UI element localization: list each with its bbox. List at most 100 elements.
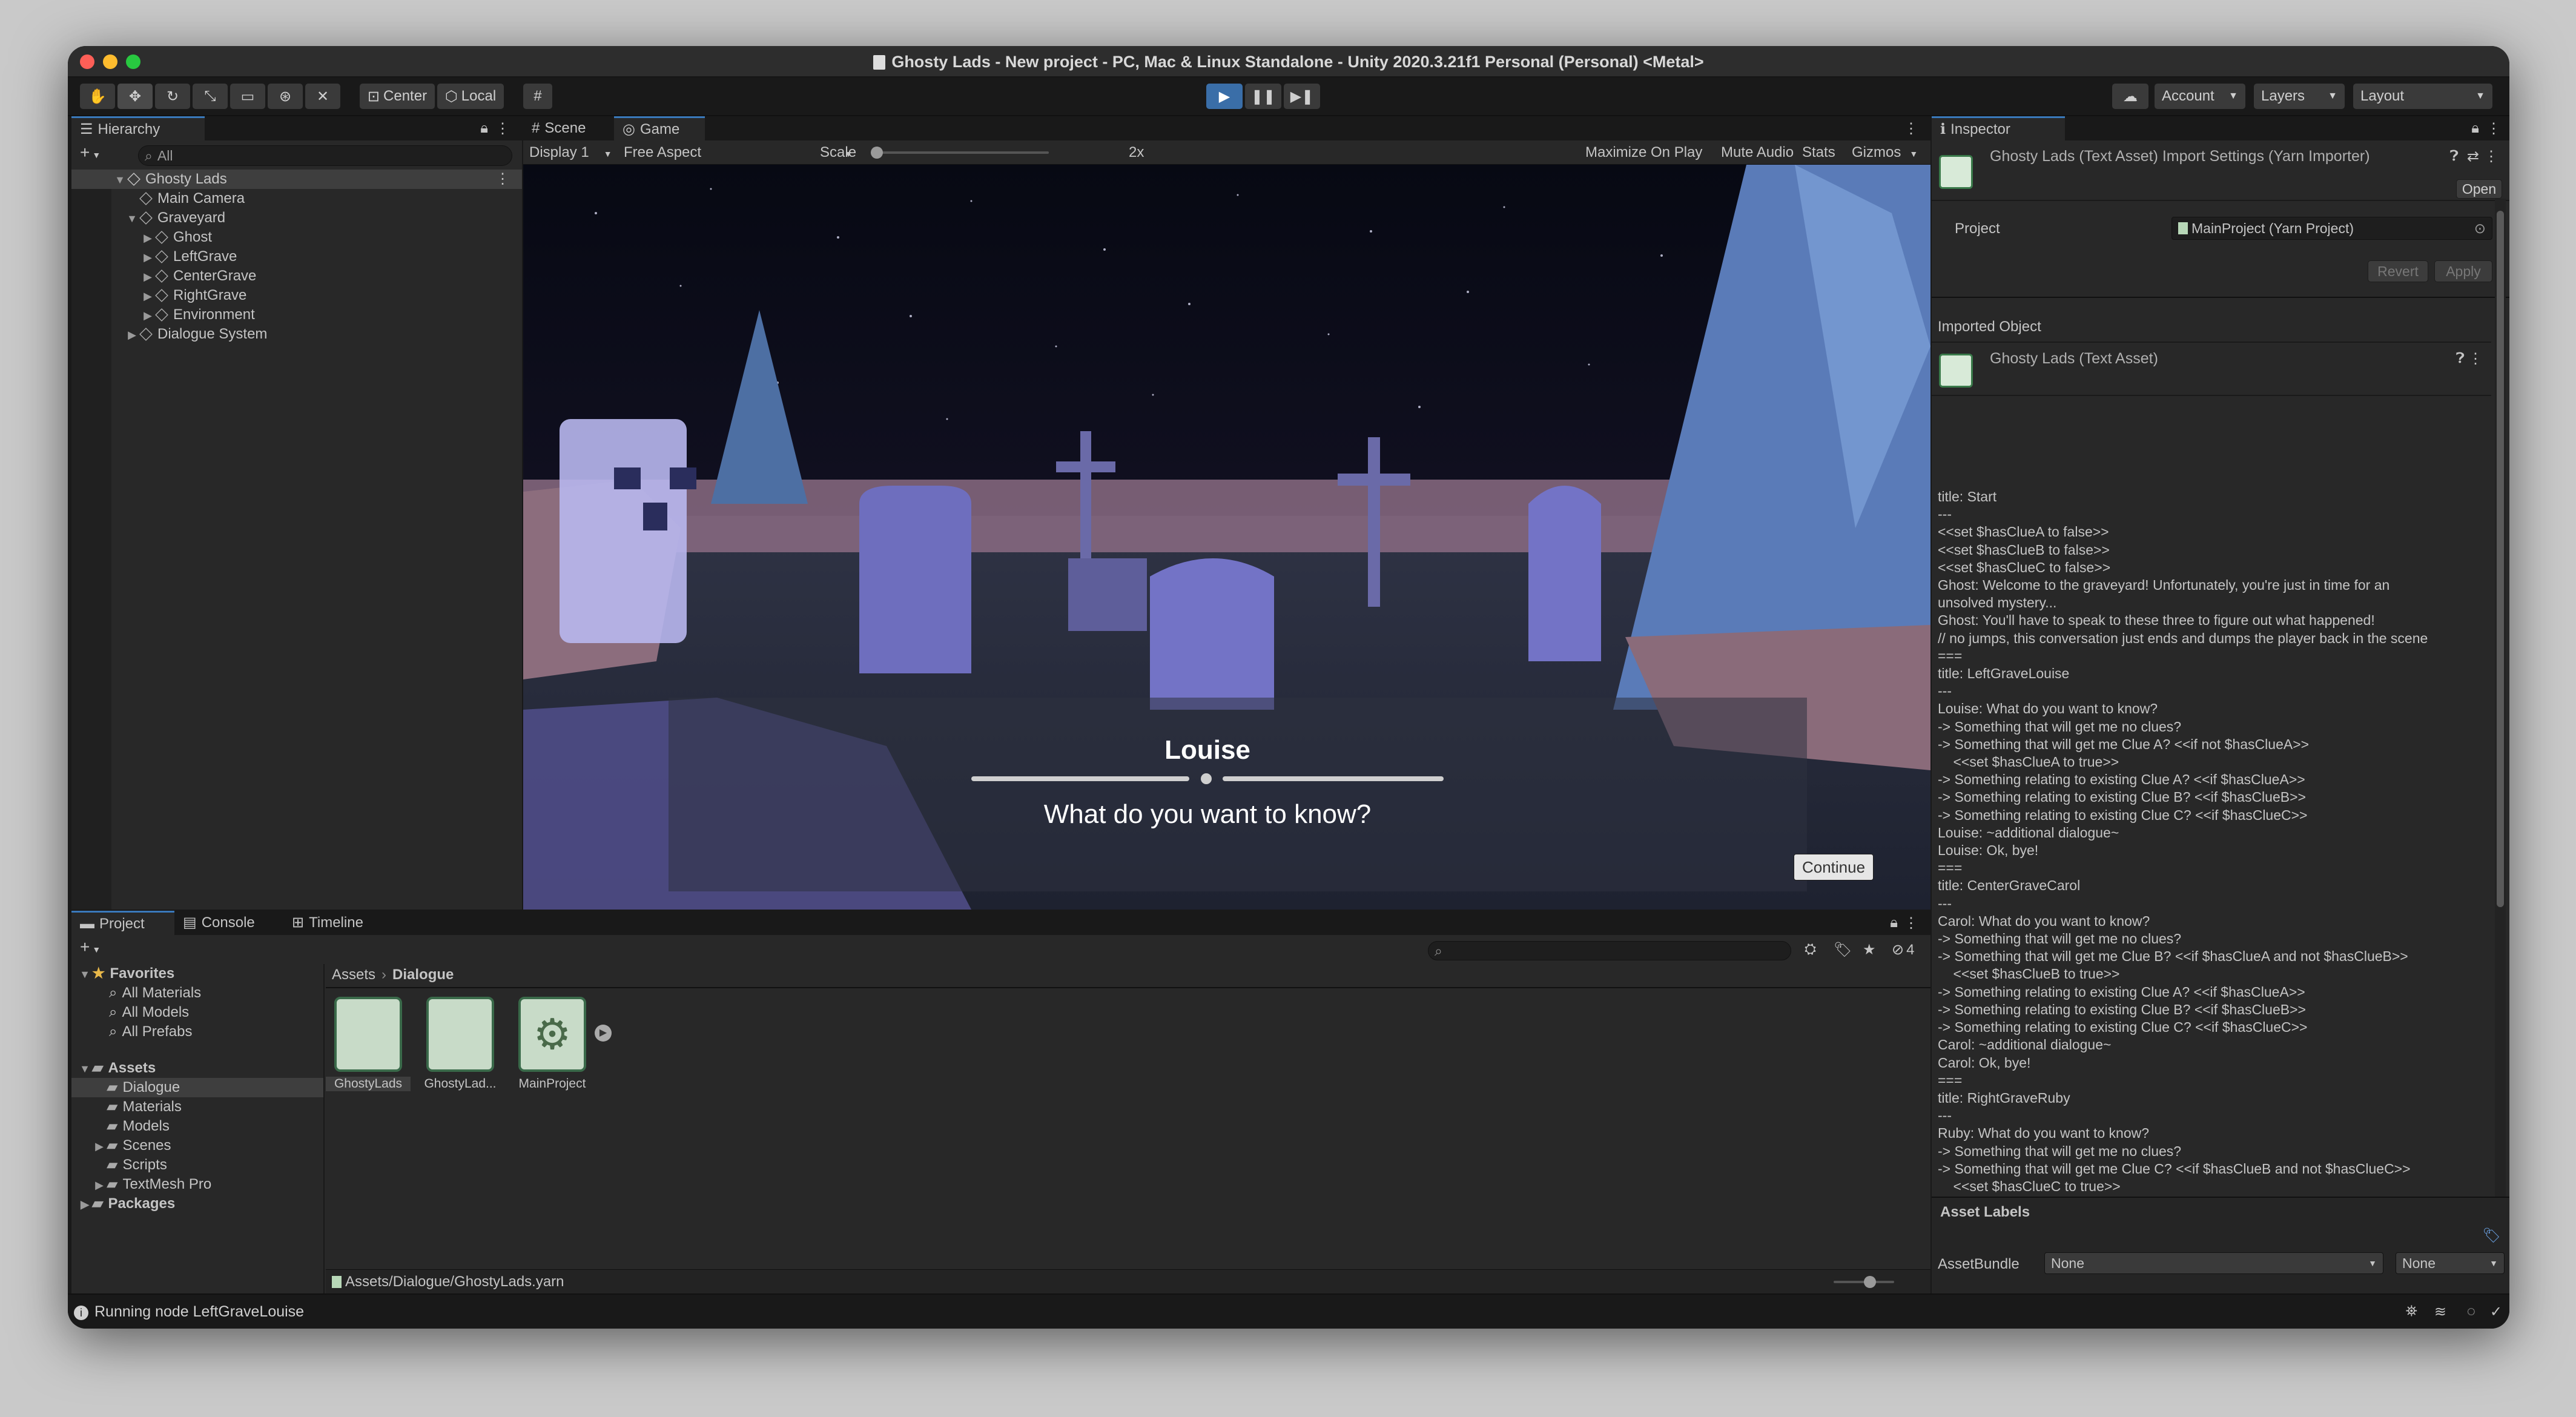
maximize-on-play-toggle[interactable]: Maximize On Play	[1585, 144, 1702, 161]
grid-snap-button[interactable]: #	[523, 84, 552, 109]
layout-dropdown[interactable]: Layout ▼	[2353, 84, 2492, 109]
create-button[interactable]: + ▼	[80, 143, 101, 162]
hierarchy-item-graveyard[interactable]: ▼ Graveyard	[71, 208, 522, 228]
hierarchy-item-leftgrave[interactable]: ▶ LeftGrave	[71, 247, 522, 266]
layers-dropdown[interactable]: Layers ▼	[2254, 84, 2345, 109]
help-icon[interactable]: ❓︎	[2456, 350, 2465, 367]
breadcrumb-dialogue[interactable]: Dialogue	[392, 966, 454, 983]
favorite-all-materials[interactable]: ⌕ All Materials	[71, 983, 323, 1003]
more-options-icon[interactable]: ⋮	[1904, 914, 1918, 932]
lock-icon[interactable]: 🔒︎	[480, 120, 488, 137]
tab-console[interactable]: ▤ Console	[174, 911, 283, 935]
lock-icon[interactable]: 🔒︎	[2471, 120, 2479, 137]
folder-textmesh-pro[interactable]: ▶ ▰ TextMesh Pro	[71, 1175, 323, 1194]
tab-timeline[interactable]: ⊞ Timeline	[283, 911, 398, 935]
asset-mainproject[interactable]: ⚙ MainProject	[510, 997, 595, 1091]
scale-label: Scale	[820, 144, 857, 160]
open-button[interactable]: Open	[2456, 179, 2502, 199]
hierarchy-scene-row[interactable]: ▼ Ghosty Lads ⋮	[71, 170, 522, 189]
folder-scenes[interactable]: ▶ ▰ Scenes	[71, 1136, 323, 1155]
object-picker-icon[interactable]: ⊙	[2474, 220, 2486, 237]
inspector-scrollbar[interactable]	[2495, 199, 2506, 1307]
packages-root-row[interactable]: ▶ ▰ Packages	[71, 1194, 323, 1214]
tab-game[interactable]: ◎ Game	[614, 116, 705, 140]
mute-audio-toggle[interactable]: Mute Audio	[1721, 144, 1794, 161]
rect-tool-button[interactable]: ▭	[230, 84, 265, 109]
hierarchy-item-dialogue-system[interactable]: ▶ Dialogue System	[71, 325, 522, 344]
folder-models[interactable]: ▰ Models	[71, 1117, 323, 1136]
assetbundle-variant-dropdown[interactable]: None ▼	[2396, 1252, 2505, 1274]
hierarchy-item-environment[interactable]: ▶ Environment	[71, 305, 522, 325]
more-options-icon[interactable]: ⋮	[2468, 350, 2483, 368]
hierarchy-item-rightgrave[interactable]: ▶ RightGrave	[71, 286, 522, 305]
cache-server-icon[interactable]: ≋	[2434, 1303, 2446, 1321]
tab-scene[interactable]: # Scene	[523, 116, 614, 140]
search-by-label-icon[interactable]: 🏷︎	[1834, 941, 1852, 959]
pause-button[interactable]: ❚❚	[1245, 84, 1281, 109]
progress-icon[interactable]: ◌	[2467, 1303, 2475, 1320]
rotate-tool-button[interactable]: ↻	[155, 84, 190, 109]
display-dropdown[interactable]: Display 1 ▼	[529, 144, 612, 161]
more-options-icon[interactable]: ⋮	[1904, 120, 1918, 137]
favorite-star-icon[interactable]: ★	[1863, 941, 1876, 959]
favorites-row[interactable]: ▼ ★ Favorites	[71, 964, 323, 983]
cloud-button[interactable]: ☁	[2112, 84, 2148, 109]
expand-arrow-icon[interactable]: ▶	[595, 1025, 612, 1042]
favorite-all-models[interactable]: ⌕ All Models	[71, 1003, 323, 1022]
more-options-icon[interactable]: ⋮	[2484, 148, 2498, 165]
create-asset-button[interactable]: + ▼	[80, 937, 101, 957]
project-field[interactable]: MainProject (Yarn Project) ⊙	[2171, 217, 2492, 240]
revert-button[interactable]: Revert	[2368, 260, 2428, 282]
tab-hierarchy[interactable]: ☰ Hierarchy	[71, 116, 205, 140]
account-dropdown[interactable]: Account ▼	[2155, 84, 2245, 109]
more-options-icon[interactable]: ⋮	[495, 170, 510, 189]
assetbundle-dropdown[interactable]: None ▼	[2044, 1252, 2383, 1274]
hierarchy-item-main-camera[interactable]: Main Camera	[71, 189, 522, 208]
search-by-type-icon[interactable]: ⛭	[1805, 941, 1816, 958]
gizmos-dropdown[interactable]: Gizmos ▼	[1852, 144, 1918, 161]
move-tool-button[interactable]: ✥	[117, 84, 153, 109]
scale-slider[interactable]	[871, 147, 1049, 159]
asset-ghostylads-project[interactable]: GhostyLad...	[418, 997, 503, 1091]
preset-icon[interactable]: ⇄	[2467, 148, 2479, 165]
auto-generate-lighting-icon[interactable]: ✓	[2490, 1303, 2502, 1321]
folder-scripts[interactable]: ▰ Scripts	[71, 1155, 323, 1175]
hierarchy-item-centergrave[interactable]: ▶ CenterGrave	[71, 266, 522, 286]
play-button[interactable]: ▶	[1206, 84, 1243, 109]
label-tag-icon[interactable]: 🏷︎	[2483, 1227, 2501, 1244]
stats-toggle[interactable]: Stats	[1802, 144, 1835, 161]
more-options-icon[interactable]: ⋮	[495, 120, 510, 137]
breadcrumb-assets[interactable]: Assets	[332, 966, 375, 983]
scale-tool-button[interactable]: ⤡	[193, 84, 228, 109]
hidden-packages-toggle[interactable]: ⊘ 4	[1892, 941, 1914, 959]
project-search-input[interactable]: ⌕	[1428, 941, 1791, 960]
lock-icon[interactable]: 🔒︎	[1890, 914, 1898, 931]
step-button[interactable]: ▶❚	[1284, 84, 1320, 109]
pivot-center-button[interactable]: ⊡ Center	[360, 84, 435, 109]
scale-slider-thumb[interactable]	[871, 147, 883, 159]
more-options-icon[interactable]: ⋮	[2486, 120, 2501, 137]
custom-tool-button[interactable]: ✕	[305, 84, 340, 109]
favorite-all-prefabs[interactable]: ⌕ All Prefabs	[71, 1022, 323, 1042]
help-icon[interactable]: ❓︎	[2450, 148, 2459, 165]
transform-tool-button[interactable]: ⊛	[268, 84, 303, 109]
debug-icon[interactable]: ⛯	[2406, 1303, 2417, 1320]
asset-ghostylads[interactable]: GhostyLads	[326, 997, 411, 1091]
folder-dialogue[interactable]: ▰ Dialogue	[71, 1078, 323, 1097]
apply-button[interactable]: Apply	[2434, 260, 2492, 282]
scrollbar-thumb[interactable]	[2497, 211, 2504, 907]
assets-root-row[interactable]: ▼ ▰ Assets	[71, 1059, 323, 1078]
tab-inspector[interactable]: ℹ︎ Inspector	[1932, 116, 2065, 140]
continue-button[interactable]: Continue	[1794, 854, 1874, 880]
pivot-local-button[interactable]: ⬡ Local	[437, 84, 504, 109]
hand-tool-button[interactable]: ✋	[80, 84, 115, 109]
folder-materials[interactable]: ▰ Materials	[71, 1097, 323, 1117]
icon-size-slider-thumb[interactable]	[1864, 1276, 1876, 1288]
hierarchy-search-input[interactable]: ⌕ All	[138, 145, 512, 166]
favorites-label: Favorites	[110, 965, 175, 982]
aspect-dropdown[interactable]: Free Aspect ▼	[624, 144, 853, 161]
icon-size-slider[interactable]	[1834, 1276, 1894, 1288]
dialogue-dot	[1201, 773, 1212, 784]
tab-project[interactable]: ▬ Project	[71, 911, 174, 935]
hierarchy-item-ghost[interactable]: ▶ Ghost	[71, 228, 522, 247]
